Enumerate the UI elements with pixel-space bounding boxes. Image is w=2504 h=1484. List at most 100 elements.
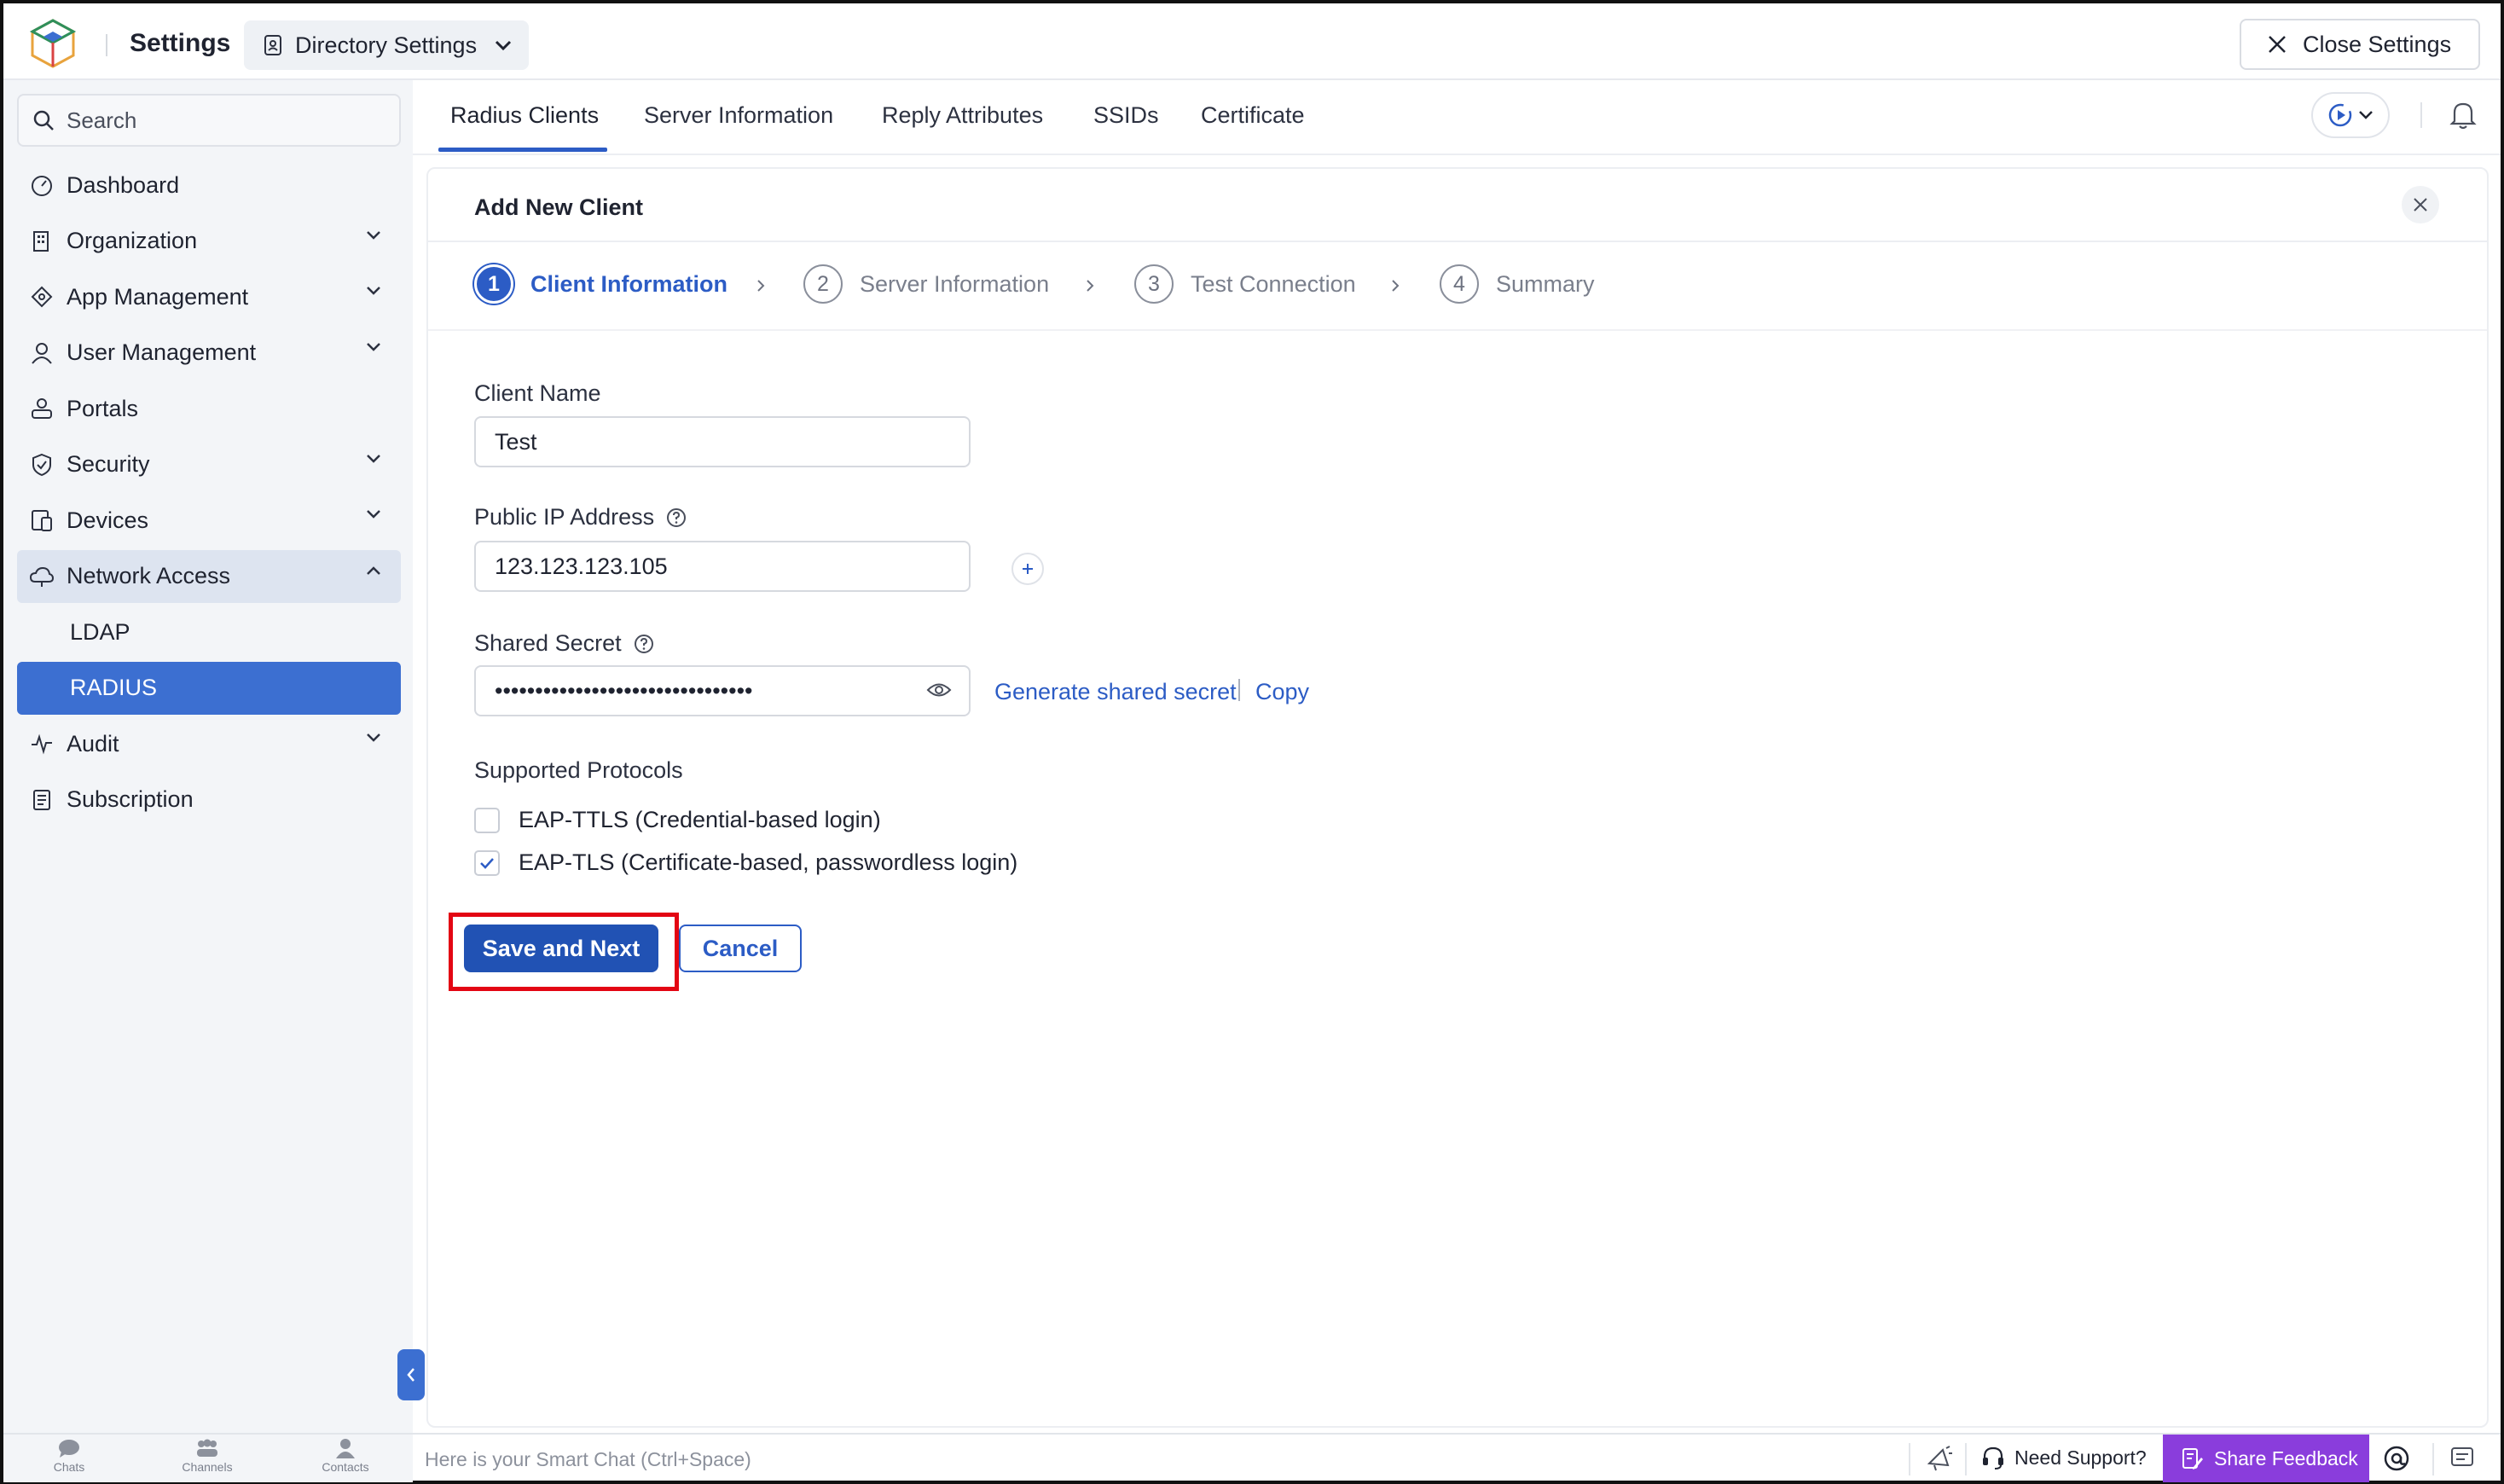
chevron-right-icon xyxy=(1390,278,1400,293)
need-support-button[interactable]: Need Support? xyxy=(1980,1445,2147,1470)
protocol-tls-label: EAP-TLS (Certificate-based, passwordless… xyxy=(519,849,1018,875)
client-name-label-text: Client Name xyxy=(474,380,601,406)
tab-radius-clients[interactable]: Radius Clients xyxy=(450,102,599,129)
sidebar-item-app-management[interactable]: App Management xyxy=(17,270,401,323)
sidebar-item-dashboard[interactable]: Dashboard xyxy=(17,159,401,212)
portals-icon xyxy=(29,396,55,421)
chats-button[interactable]: Chats xyxy=(31,1438,107,1474)
help-icon[interactable] xyxy=(666,507,687,528)
sidebar-item-label: Portals xyxy=(67,395,139,421)
notification-bell-icon[interactable] xyxy=(2449,99,2477,130)
chevron-right-icon xyxy=(756,278,766,293)
protocol-ttls-option[interactable]: EAP-TTLS (Credential-based login) xyxy=(474,807,881,833)
eye-icon[interactable] xyxy=(926,681,952,699)
share-feedback-button[interactable]: Share Feedback xyxy=(2163,1435,2369,1482)
sidebar-item-portals[interactable]: Portals xyxy=(17,382,401,435)
sidebar-item-label: Network Access xyxy=(67,563,231,588)
chevron-right-icon xyxy=(1085,278,1095,293)
chats-label: Chats xyxy=(53,1460,85,1474)
tab-ssids[interactable]: SSIDs xyxy=(1093,102,1159,129)
chevron-down-icon xyxy=(365,509,382,519)
add-ip-button[interactable] xyxy=(1011,553,1044,585)
header-divider xyxy=(106,34,107,56)
media-menu-button[interactable] xyxy=(2311,92,2390,138)
step-client-information[interactable]: 1 Client Information xyxy=(474,264,727,304)
sidebar-item-label: Audit xyxy=(67,730,119,756)
tab-server-information[interactable]: Server Information xyxy=(644,102,833,129)
play-circle-icon xyxy=(2327,102,2353,128)
protocol-ttls-checkbox[interactable] xyxy=(474,807,500,833)
sidebar-item-label: Organization xyxy=(67,228,198,253)
sidebar-item-ldap[interactable]: LDAP xyxy=(17,606,401,658)
supported-protocols-label: Supported Protocols xyxy=(474,757,683,784)
chevron-down-icon xyxy=(365,454,382,464)
cancel-button[interactable]: Cancel xyxy=(679,925,802,972)
channels-label: Channels xyxy=(182,1460,233,1474)
link-divider xyxy=(1238,679,1240,701)
announcement-icon[interactable] xyxy=(1926,1445,1953,1472)
tab-certificate[interactable]: Certificate xyxy=(1201,102,1305,129)
sidebar-item-devices[interactable]: Devices xyxy=(17,494,401,547)
step-test-connection[interactable]: 3 Test Connection xyxy=(1134,264,1356,304)
page-title: Settings xyxy=(130,29,231,57)
sidebar-item-audit[interactable]: Audit xyxy=(17,717,401,770)
directory-settings-dropdown[interactable]: Directory Settings xyxy=(244,20,529,70)
sidebar-item-radius[interactable]: RADIUS xyxy=(17,661,401,715)
sidebar-item-network-access[interactable]: Network Access xyxy=(17,549,401,603)
shared-secret-label-text: Shared Secret xyxy=(474,630,622,656)
shared-secret-field[interactable]: •••••••••••••••••••••••••••••••• xyxy=(474,665,971,716)
save-and-next-button[interactable]: Save and Next xyxy=(464,925,658,972)
copy-link[interactable]: Copy xyxy=(1255,679,1309,705)
client-name-label: Client Name xyxy=(474,380,601,407)
client-name-field[interactable]: Test xyxy=(474,416,971,467)
contacts-button[interactable]: Contacts xyxy=(307,1438,384,1474)
app-logo xyxy=(27,17,78,70)
protocol-tls-option[interactable]: EAP-TLS (Certificate-based, passwordless… xyxy=(474,849,1017,876)
public-ip-label: Public IP Address xyxy=(474,504,687,530)
bottom-divider xyxy=(1909,1443,1910,1475)
chevron-down-icon xyxy=(365,286,382,296)
search-icon xyxy=(32,109,55,131)
public-ip-field[interactable]: 123.123.123.105 xyxy=(474,541,971,592)
sidebar-item-organization[interactable]: Organization xyxy=(17,215,401,268)
sidebar-item-user-management[interactable]: User Management xyxy=(17,327,401,380)
sidebar-item-security[interactable]: Security xyxy=(17,438,401,491)
contacts-label: Contacts xyxy=(322,1460,369,1474)
sidebar-item-label: User Management xyxy=(67,339,257,365)
chevron-down-icon xyxy=(365,342,382,352)
sidebar: Search Dashboard Organization App Manage… xyxy=(3,80,413,1433)
share-feedback-label: Share Feedback xyxy=(2214,1446,2358,1470)
sidebar-nav: Dashboard Organization App Management Us… xyxy=(17,159,401,829)
chevron-down-icon xyxy=(365,230,382,241)
contact-icon xyxy=(333,1438,358,1458)
chevron-down-icon xyxy=(2358,110,2374,120)
bottom-bar: Chats Channels Contacts Here is your Sma… xyxy=(3,1433,2501,1482)
sidebar-item-label: Dashboard xyxy=(67,171,180,198)
at-mention-icon[interactable] xyxy=(2383,1445,2410,1472)
public-ip-value: 123.123.123.105 xyxy=(495,553,668,579)
smart-chat-input[interactable]: Here is your Smart Chat (Ctrl+Space) xyxy=(425,1448,751,1471)
channels-button[interactable]: Channels xyxy=(169,1438,246,1474)
step-summary[interactable]: 4 Summary xyxy=(1440,264,1595,304)
card-header: Add New Client xyxy=(428,169,2487,242)
protocol-tls-checkbox[interactable] xyxy=(474,849,500,876)
search-input[interactable]: Search xyxy=(17,94,401,147)
channels-icon xyxy=(194,1438,220,1458)
chat-window-icon[interactable] xyxy=(2449,1445,2475,1470)
feedback-icon xyxy=(2180,1446,2204,1470)
sidebar-collapse-button[interactable] xyxy=(397,1349,425,1400)
help-icon[interactable] xyxy=(634,634,654,654)
close-settings-button[interactable]: Close Settings xyxy=(2240,19,2480,70)
step-server-information[interactable]: 2 Server Information xyxy=(803,264,1049,304)
generate-shared-secret-link[interactable]: Generate shared secret xyxy=(994,679,1237,705)
card-close-button[interactable] xyxy=(2402,186,2439,223)
close-icon xyxy=(2267,34,2287,55)
app-management-icon xyxy=(29,284,55,310)
tabs-divider xyxy=(2420,102,2422,128)
sidebar-item-subscription[interactable]: Subscription xyxy=(17,774,401,826)
supported-protocols-label-text: Supported Protocols xyxy=(474,757,683,783)
close-icon xyxy=(2413,197,2428,212)
tab-reply-attributes[interactable]: Reply Attributes xyxy=(882,102,1043,129)
shared-secret-value: •••••••••••••••••••••••••••••••• xyxy=(495,677,753,704)
pulse-icon xyxy=(29,731,55,756)
